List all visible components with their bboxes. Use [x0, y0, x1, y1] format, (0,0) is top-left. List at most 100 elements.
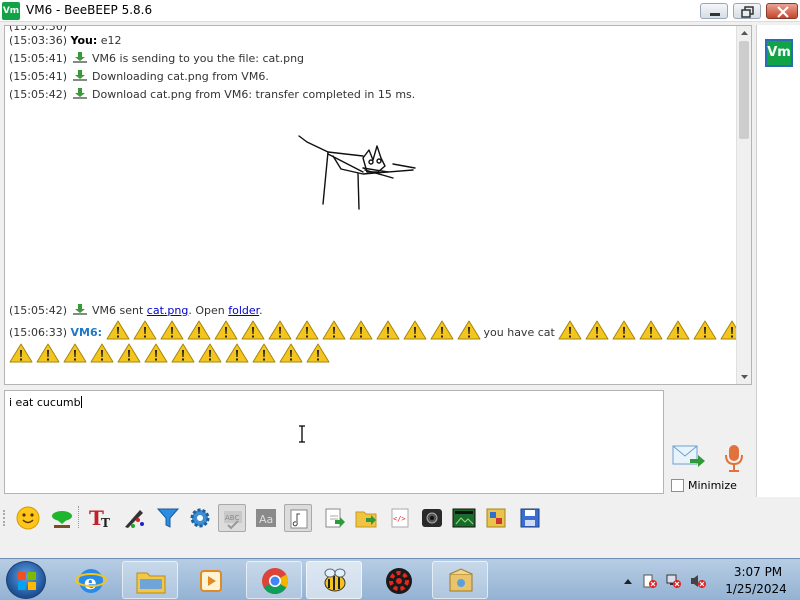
timestamp: (15:03:36) — [9, 34, 67, 47]
svg-text:</>: </> — [393, 515, 406, 523]
show-hidden-icons-icon[interactable] — [620, 573, 636, 589]
chat-scrollbar[interactable] — [736, 26, 751, 384]
taskbar-file-explorer[interactable] — [122, 561, 178, 599]
warning-icon — [403, 320, 427, 340]
timestamp: (15:05:42) — [9, 88, 67, 101]
pen-icon — [125, 510, 144, 528]
camera-icon — [422, 509, 442, 527]
taskbar-internet-explorer[interactable]: e — [62, 561, 118, 599]
warning-icon — [144, 343, 168, 363]
warning-icon — [693, 320, 717, 340]
warning-icon — [225, 343, 249, 363]
windows-logo-icon — [18, 572, 36, 590]
taskbar-app-red[interactable] — [370, 561, 426, 599]
note-button[interactable] — [284, 504, 312, 532]
warning-icon — [295, 320, 319, 340]
message-text: Downloading cat.png from VM6. — [92, 70, 269, 83]
chat-history: (15:03:36) (15:03:36) You: e12 (15:05:41… — [4, 25, 752, 385]
filter-button[interactable] — [154, 504, 182, 532]
send-folder-button[interactable] — [352, 504, 380, 532]
taskbar-app-package[interactable] — [432, 561, 488, 599]
warning-icon — [63, 343, 87, 363]
taskbar-media-player[interactable] — [182, 561, 238, 599]
network-icon[interactable] — [666, 573, 682, 589]
minimize-label: Minimize — [688, 479, 737, 492]
warning-icon — [279, 343, 303, 363]
html-button[interactable]: </> — [386, 504, 414, 532]
clock-time[interactable]: 3:07 PM — [726, 565, 790, 579]
chat-line-vm6-message: (15:06:33) VM6: you have cat — [9, 320, 747, 340]
timestamp: (15:05:41) — [9, 70, 67, 83]
warning-icon — [306, 343, 330, 363]
message-input-value: i eat cucumb — [9, 396, 81, 409]
action-center-icon[interactable] — [642, 573, 658, 589]
webcam-button[interactable] — [418, 504, 446, 532]
clock-date[interactable]: 1/25/2024 — [720, 582, 792, 596]
voice-message-icon[interactable] — [722, 443, 746, 473]
spellcheck-button[interactable]: ABC — [218, 504, 246, 532]
pen-button[interactable] — [120, 504, 148, 532]
toolbar-separator — [78, 506, 80, 528]
text-caret — [80, 396, 82, 408]
volume-muted-icon[interactable] — [690, 573, 706, 589]
message-text: VM6 is sending to you the file: cat.png — [92, 52, 305, 65]
timestamp: (15:06:33) — [9, 326, 67, 339]
toolbar-grip[interactable] — [3, 510, 6, 526]
scrollbar-thumb[interactable] — [739, 41, 749, 139]
warning-icon — [457, 320, 481, 340]
download-icon — [72, 70, 87, 81]
color-button[interactable] — [48, 504, 76, 532]
chat-line-continuation — [9, 343, 333, 363]
message-input[interactable]: i eat cucumb — [4, 390, 664, 494]
title-bar: Vm VM6 - BeeBEEP 5.8.6 — [0, 0, 800, 22]
package-icon — [449, 568, 473, 592]
warning-icon — [252, 343, 276, 363]
warning-icon-group — [9, 343, 333, 363]
warning-icon — [171, 343, 195, 363]
warning-icon — [187, 320, 211, 340]
scroll-down-arrow-icon[interactable] — [737, 369, 752, 384]
maximize-window-button[interactable] — [733, 3, 761, 19]
warning-icon — [558, 320, 582, 340]
template-icon — [486, 508, 506, 528]
download-icon — [72, 88, 87, 99]
warning-icon — [639, 320, 663, 340]
media-player-icon — [200, 570, 222, 592]
minimize-checkbox[interactable] — [671, 479, 684, 492]
text-icon: Aa — [256, 509, 276, 527]
open-folder-link[interactable]: folder — [228, 304, 259, 317]
smiley-icon — [16, 506, 40, 530]
warning-icon — [376, 320, 400, 340]
start-button[interactable] — [6, 561, 46, 599]
download-icon — [72, 304, 87, 315]
timestamp: (15:05:42) — [9, 304, 67, 317]
screenshot-button[interactable] — [450, 504, 478, 532]
send-button[interactable] — [672, 443, 706, 471]
text-format-button[interactable]: Aa — [252, 504, 280, 532]
emoticon-button[interactable] — [14, 504, 42, 532]
chat-line-file-sent: (15:05:42) VM6 sent cat.png. Open folder… — [9, 304, 263, 317]
template-button[interactable] — [482, 504, 510, 532]
warning-icon — [430, 320, 454, 340]
message-text: . Open — [188, 304, 225, 317]
settings-button[interactable] — [186, 504, 214, 532]
received-cat-image[interactable] — [293, 134, 423, 234]
folder-icon — [136, 572, 166, 594]
taskbar-beebeep[interactable] — [306, 561, 362, 599]
message-text: e12 — [100, 34, 122, 47]
color-icon — [52, 511, 72, 528]
close-window-button[interactable] — [766, 3, 798, 19]
svg-text:Aa: Aa — [259, 513, 273, 526]
user-avatar-vm6[interactable]: Vm — [765, 39, 793, 67]
scroll-up-arrow-icon[interactable] — [737, 26, 752, 41]
send-folder-icon — [355, 511, 377, 528]
message-text: you have cat — [483, 326, 555, 339]
send-file-button[interactable] — [320, 504, 348, 532]
font-button[interactable]: TT — [86, 504, 114, 532]
taskbar-chrome[interactable] — [246, 561, 302, 599]
sender-name: You: — [70, 34, 98, 47]
minimize-window-button[interactable] — [700, 3, 728, 19]
timestamp: (15:05:41) — [9, 52, 67, 65]
save-chat-button[interactable] — [516, 504, 544, 532]
file-link[interactable]: cat.png — [147, 304, 189, 317]
